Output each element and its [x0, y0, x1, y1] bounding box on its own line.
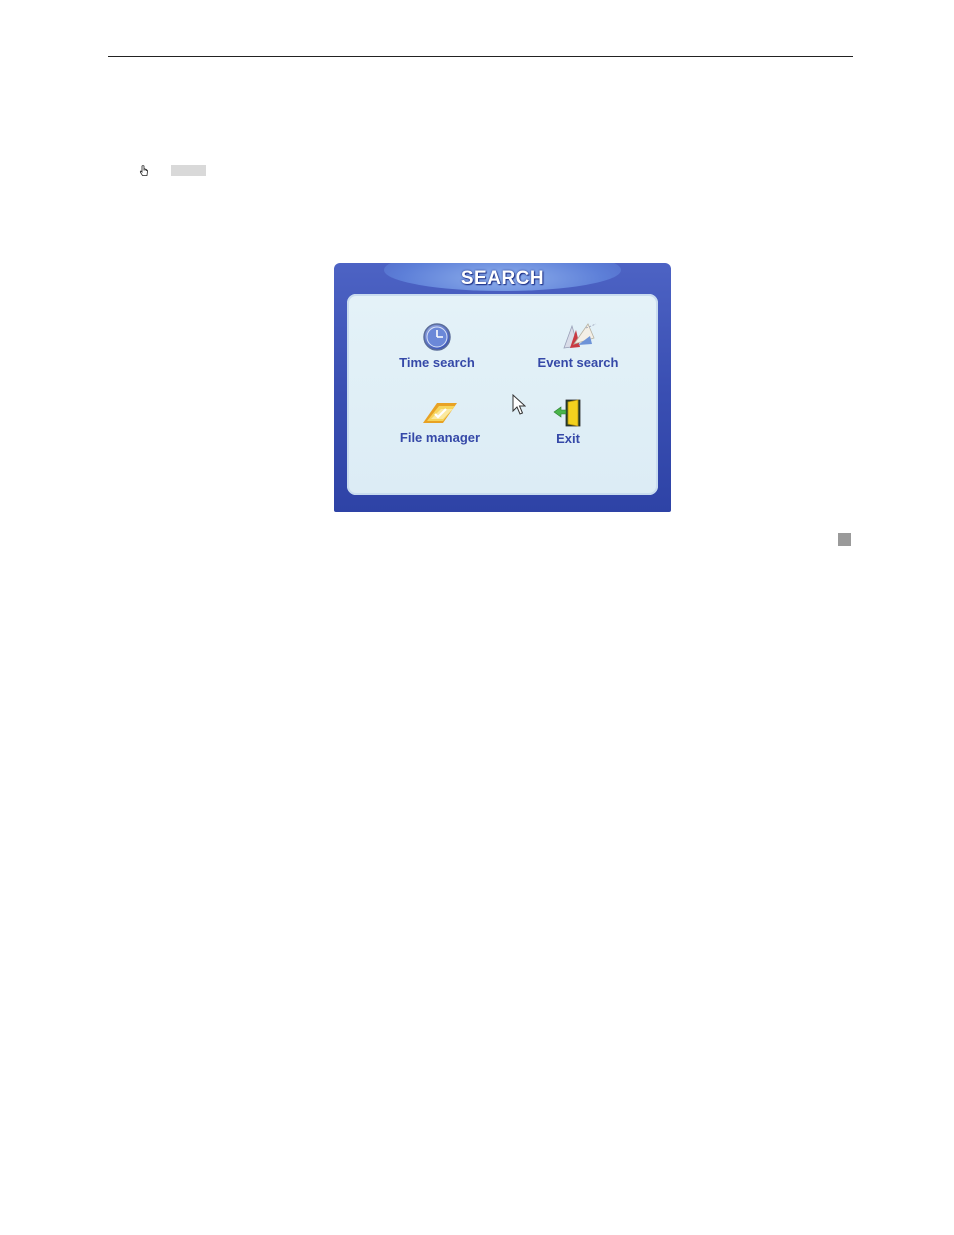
end-marker — [838, 533, 851, 546]
event-flags-icon — [563, 323, 597, 349]
mouse-cursor-icon — [512, 394, 526, 415]
folder-icon — [423, 403, 457, 423]
exit-door-icon — [553, 399, 581, 427]
search-dialog: SEARCH Time search Event search File man… — [334, 263, 671, 512]
exit-button[interactable]: Exit — [543, 398, 593, 446]
clock-icon — [423, 323, 451, 351]
note-tag — [171, 165, 206, 176]
header-rule — [108, 56, 853, 57]
event-search-button[interactable]: Event search — [533, 320, 623, 370]
dialog-title: SEARCH — [460, 268, 545, 289]
file-manager-label: File manager — [399, 430, 481, 445]
hand-pointer-icon — [139, 165, 148, 176]
time-search-label: Time search — [399, 355, 475, 370]
time-search-button[interactable]: Time search — [397, 322, 477, 370]
search-menu-panel: Time search Event search File manager Ex… — [347, 294, 658, 495]
event-search-label: Event search — [537, 355, 619, 370]
exit-label: Exit — [556, 431, 580, 446]
file-manager-button[interactable]: File manager — [395, 397, 485, 445]
